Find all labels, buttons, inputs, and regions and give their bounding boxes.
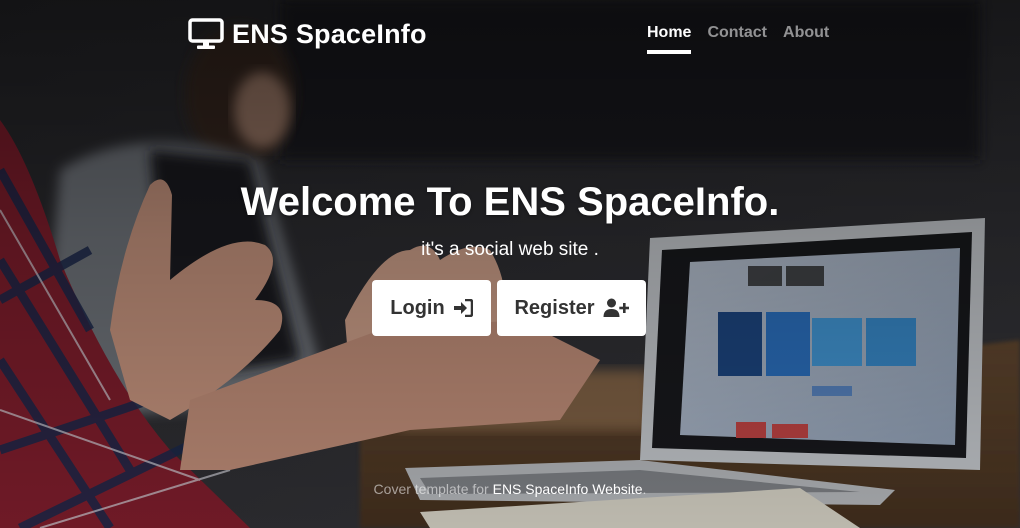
nav-about[interactable]: About — [783, 24, 829, 54]
background-overlay — [0, 0, 1020, 528]
register-button[interactable]: Register — [497, 280, 646, 336]
login-button-label: Login — [390, 296, 445, 319]
footer: Cover template for ENS SpaceInfo Website… — [0, 481, 1020, 497]
nav-contact[interactable]: Contact — [707, 24, 767, 54]
sign-in-icon — [453, 299, 473, 317]
brand-title: ENS SpaceInfo — [232, 18, 427, 49]
hero-title: Welcome To ENS SpaceInfo. — [240, 180, 780, 224]
hero-subtitle: it's a social web site . — [421, 239, 599, 260]
user-plus-icon — [603, 298, 629, 317]
footer-suffix: . — [642, 481, 647, 497]
main-nav: Home Contact About — [647, 24, 829, 54]
nav-home[interactable]: Home — [647, 24, 692, 54]
register-button-label: Register — [514, 296, 595, 319]
brand[interactable]: ENS SpaceInfo — [188, 18, 427, 50]
login-button[interactable]: Login — [372, 280, 491, 336]
monitor-icon — [188, 18, 224, 49]
footer-text: Cover template for — [373, 481, 493, 497]
cover-page: ENS SpaceInfo Home Contact About Welcome… — [0, 0, 1020, 528]
footer-link[interactable]: ENS SpaceInfo Website — [493, 481, 643, 497]
